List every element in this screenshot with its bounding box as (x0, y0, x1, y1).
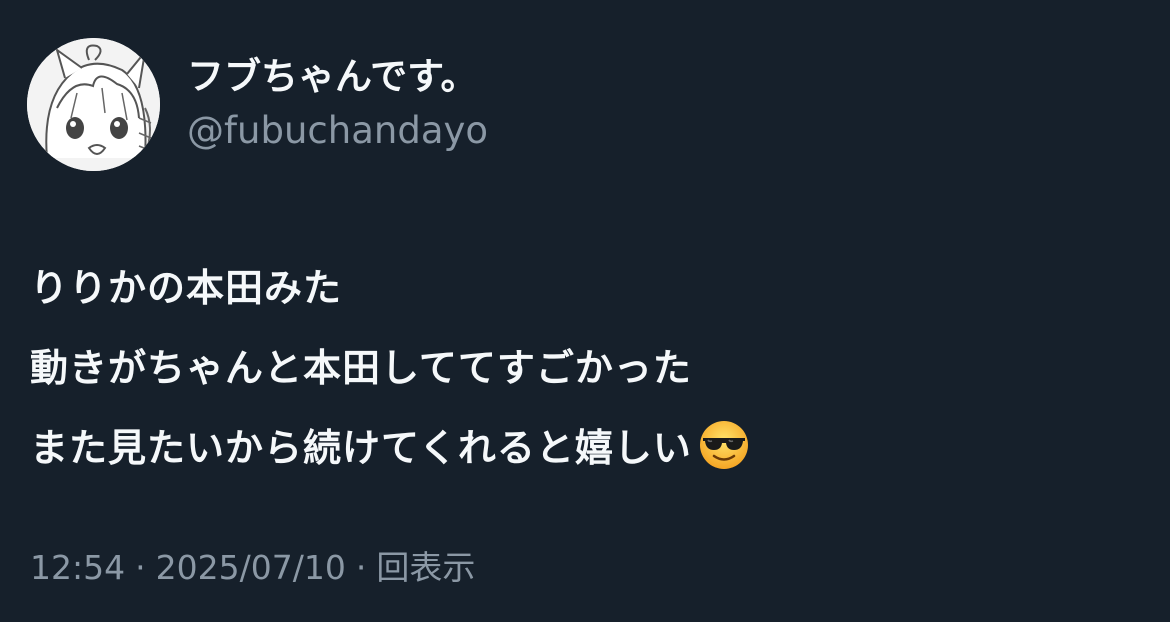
tweet-time[interactable]: 12:54 (30, 540, 125, 596)
display-name[interactable]: フブちゃんです。 (187, 52, 477, 102)
tweet-text: りりかの本田みた 動きがちゃんと本田しててすごかった また見たいから続けてくれる… (30, 248, 1140, 488)
user-handle[interactable]: @fubuchandayo (187, 106, 488, 156)
separator: · (355, 548, 367, 587)
view-count-label: 回表示 (376, 548, 476, 587)
tweet-line: 動きがちゃんと本田しててすごかった (30, 346, 692, 390)
tweet-date[interactable]: 2025/07/10 (156, 540, 346, 596)
tweet-line-text: また見たいから続けてくれると嬉しい (30, 426, 692, 470)
tweet-line: りりかの本田みた (30, 266, 343, 310)
separator: · (135, 548, 146, 587)
tweet-line: また見たいから続けてくれると嬉しい (30, 408, 1140, 488)
smiling-face-with-sunglasses-icon (699, 421, 748, 469)
tweet-card: フブちゃんです。 @fubuchandayo りりかの本田みた 動きがちゃんと本… (0, 0, 1170, 622)
avatar-icon (27, 38, 160, 171)
avatar[interactable] (27, 38, 160, 171)
tweet-meta: 12:54 · 2025/07/10 · 回表示 (30, 540, 475, 596)
